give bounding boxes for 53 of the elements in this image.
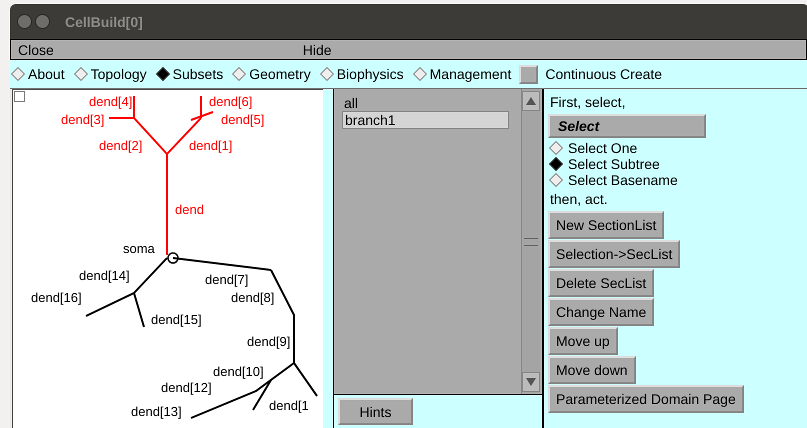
scroll-down-icon[interactable] [522,372,540,392]
section-label: dend[4] [89,94,132,109]
hints-button[interactable]: Hints [338,398,413,425]
section-label: dend[2] [99,138,142,153]
section-label: dend[13] [131,404,182,419]
scroll-thumb-grip-icon[interactable] [524,238,538,246]
section-label: dend[8] [231,290,274,305]
section-label: soma [123,241,155,256]
menu-item[interactable]: Hide [296,42,332,58]
close-icon[interactable] [17,14,32,29]
tab[interactable]: Management [412,66,512,82]
section-label: dend[14] [79,268,130,283]
menu-item[interactable]: Close [11,42,54,58]
radio-option[interactable]: Select Subtree [548,156,660,172]
continuous-create-toggle[interactable]: Continuous Create [519,64,662,84]
list-item[interactable]: all [342,95,509,111]
square-icon[interactable] [14,91,25,102]
section-label: dend[15] [151,312,202,327]
section-label: dend[5] [221,112,264,127]
section-label: dend[9] [247,334,290,349]
action-button[interactable]: Move up [548,327,618,355]
section-label: dend[1 [269,398,309,413]
maximize-icon[interactable] [35,14,50,29]
action-button[interactable]: Selection->SecList [548,240,680,268]
instruction-text: First, select, [550,93,626,111]
action-button[interactable]: Move down [548,356,636,384]
tab[interactable]: About [10,66,65,82]
tab[interactable]: Subsets [154,66,224,82]
section-label: dend[10] [213,364,264,379]
section-label: dend[1] [189,138,232,153]
section-label: dend[7] [205,272,248,287]
action-button[interactable]: New SectionList [548,211,664,239]
tab[interactable]: Geometry [231,66,311,82]
section-label: dend[16] [31,290,82,305]
scroll-up-icon[interactable] [522,91,540,111]
window-title: CellBuild[0] [65,14,143,30]
section-label: dend[12] [161,380,212,395]
soma-circle [167,252,179,264]
instruction-text: then, act. [550,190,608,208]
tab[interactable]: Topology [72,66,147,82]
section-label: dend [175,202,204,217]
radio-option[interactable]: Select One [548,140,638,156]
toggle-label: Continuous Create [545,66,662,82]
tab[interactable]: Biophysics [318,66,404,82]
checkbox[interactable] [519,64,538,84]
action-button[interactable]: Parameterized Domain Page [548,385,744,413]
list-item[interactable]: branch1 [342,111,509,129]
section-label: dend[3] [61,112,104,127]
section-label: dend[6] [209,94,252,109]
action-button[interactable]: Change Name [548,298,654,326]
select-button[interactable]: Select [548,114,706,138]
action-button[interactable]: Delete SecList [548,269,654,297]
radio-option[interactable]: Select Basename [548,172,678,188]
